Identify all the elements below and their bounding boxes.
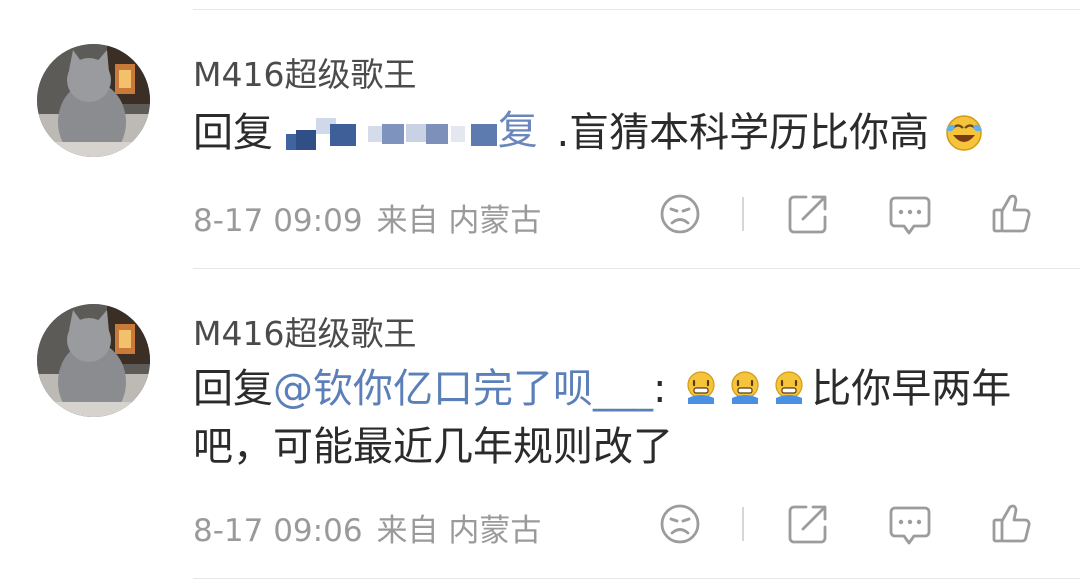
comment-date: 8-17 09:06 [193,513,363,549]
username[interactable]: M416超级歌王 [193,307,416,355]
colon: : [653,366,667,412]
avatar[interactable] [37,304,150,417]
redacted-tail: 复 [497,108,538,154]
avatar[interactable] [37,44,150,157]
comment-date: 8-17 09:09 [193,203,363,239]
comment-source: 来自 内蒙古 [376,513,542,549]
comment-text: .盲猜本科学历比你高 [556,110,930,156]
comment-icon[interactable] [888,193,932,237]
comment-body: 回复 复 .盲猜本科学历比你高 [193,104,1043,162]
share-icon[interactable] [786,192,830,236]
action-separator [742,507,744,541]
comment-source: 来自 内蒙古 [376,203,542,239]
comment-icon[interactable] [888,503,932,547]
dislike-face-icon[interactable] [658,192,702,236]
mention-link[interactable]: @钦你亿口完了呗___ [273,366,653,412]
share-icon[interactable] [786,502,830,546]
bling-emoji [687,371,715,404]
reply-prefix: 回复 [193,366,273,412]
like-thumb-icon[interactable] [990,191,1034,235]
redacted-mention: 复 [285,108,544,154]
comment-meta: 8-17 09:09 来自 内蒙古 [193,195,541,240]
reply-prefix: 回复 [193,110,273,156]
comment-divider [193,268,1080,269]
laugh-cry-emoji [945,115,982,151]
bling-emoji [775,371,803,404]
username[interactable]: M416超级歌王 [193,48,416,96]
bottom-divider [193,578,1080,579]
action-separator [742,197,744,231]
like-thumb-icon[interactable] [990,501,1034,545]
dislike-face-icon[interactable] [658,502,702,546]
top-divider [193,9,1080,10]
bling-emoji [731,371,759,404]
comment-meta: 8-17 09:06 来自 内蒙古 [193,505,541,550]
comment-body: 回复@钦你亿口完了呗___: 比你早两年吧，可能最近几年规则改了 [193,360,1043,476]
